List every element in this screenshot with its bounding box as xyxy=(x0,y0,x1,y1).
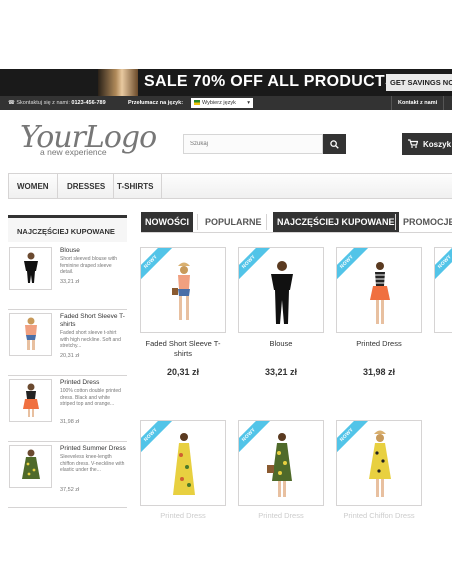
sidebar-product-name[interactable]: Printed Dress xyxy=(60,379,128,387)
product-name[interactable]: Printed Chiffon Dress xyxy=(336,511,422,520)
phone-info: ☎ Skontaktuj się z nami: 0123-456-789 xyxy=(8,100,106,106)
product-thumbnail[interactable] xyxy=(9,247,52,290)
product-price: 33,21 zł xyxy=(264,367,298,377)
new-badge: NOWY xyxy=(435,248,452,284)
tab-underline xyxy=(141,232,452,233)
product-name[interactable]: Printed Dress xyxy=(140,511,226,520)
menu-item-women[interactable]: WOMEN xyxy=(9,174,58,198)
phone-number: 0123-456-789 xyxy=(71,100,106,106)
tab-specials[interactable]: PROMOCJE xyxy=(399,212,452,232)
banner-model-image xyxy=(98,69,138,96)
menu-item-dresses[interactable]: DRESSES xyxy=(59,174,115,198)
search-input[interactable] xyxy=(183,134,323,154)
product-price: 20,31 zł xyxy=(166,367,200,377)
product-name[interactable]: Printed Dress xyxy=(238,511,324,520)
top-nav-bar: ☎ Skontaktuj się z nami: 0123-456-789 Pr… xyxy=(0,96,452,110)
product-name[interactable]: Blouse xyxy=(238,339,324,349)
language-select-value: Wybierz język xyxy=(202,100,236,106)
main-menu: WOMEN DRESSES T-SHIRTS xyxy=(8,173,452,199)
search-icon xyxy=(330,139,339,149)
cart-button[interactable]: Koszyk xyxy=(402,133,452,155)
sidebar-product-price: 20,31 zł xyxy=(60,353,80,359)
product-name[interactable]: Printed Dress xyxy=(336,339,422,349)
product-thumbnail[interactable] xyxy=(9,445,52,488)
best-sellers-sidebar: NAJCZĘŚCIEJ KUPOWANE Blouse Short sleeve… xyxy=(8,215,127,508)
get-savings-button[interactable]: GET SAVINGS NOW xyxy=(386,74,452,91)
flag-icon xyxy=(194,100,200,105)
promo-banner[interactable]: SALE 70% OFF ALL PRODUCTS GET SAVINGS NO… xyxy=(0,69,452,96)
contact-link[interactable]: Kontakt z nami xyxy=(391,96,445,110)
menu-item-tshirts[interactable]: T-SHIRTS xyxy=(109,174,163,198)
sidebar-product-name[interactable]: Printed Summer Dress xyxy=(60,445,128,453)
product-image[interactable]: NOWY xyxy=(140,247,226,333)
sidebar-product[interactable]: Printed Summer Dress Sleeveless knee-len… xyxy=(8,442,127,508)
cart-label: Koszyk xyxy=(423,140,452,149)
product-image[interactable]: NOWY xyxy=(238,420,324,506)
tab-divider xyxy=(266,214,267,230)
sidebar-product[interactable]: Printed Dress 100% cotton double printed… xyxy=(8,376,127,442)
sidebar-product-price: 37,52 zł xyxy=(60,487,80,493)
cart-icon xyxy=(408,139,419,148)
product-thumbnail[interactable] xyxy=(9,313,52,356)
logo-tagline: a new experience xyxy=(40,147,107,157)
sidebar-product-name[interactable]: Faded Short Sleeve T-shirts xyxy=(60,313,128,329)
sidebar-product-name[interactable]: Blouse xyxy=(60,247,128,255)
language-label: Przełumacz na język: xyxy=(128,100,184,106)
language-select[interactable]: Wybierz język ▾ xyxy=(191,98,253,108)
sidebar-product-price: 33,21 zł xyxy=(60,279,80,285)
sidebar-product-desc: Sleeveless knee-length chiffon dress. V-… xyxy=(60,454,125,473)
product-thumbnail[interactable] xyxy=(9,379,52,422)
product-image[interactable]: NOWY xyxy=(238,247,324,333)
phone-prefix: Skontaktuj się z nami: xyxy=(16,100,70,106)
product-name[interactable]: Faded Short Sleeve T-shirts xyxy=(140,339,226,359)
sidebar-title: NAJCZĘŚCIEJ KUPOWANE xyxy=(8,215,127,242)
tab-popular[interactable]: POPULARNE xyxy=(201,212,266,232)
chevron-down-icon: ▾ xyxy=(247,100,250,106)
banner-sale-text: SALE 70% OFF ALL PRODUCTS xyxy=(144,73,396,90)
sidebar-product-desc: Short sleeved blouse with feminine drape… xyxy=(60,256,117,275)
tab-divider xyxy=(197,214,198,230)
product-price: 31,98 zł xyxy=(362,367,396,377)
product-image[interactable]: NOWY xyxy=(140,420,226,506)
site-logo[interactable]: YourLogo a new experience xyxy=(20,120,157,160)
sidebar-product[interactable]: Faded Short Sleeve T-shirts Faded short … xyxy=(8,310,127,376)
product-image[interactable]: NOWY xyxy=(336,420,422,506)
sidebar-product[interactable]: Blouse Short sleeved blouse with feminin… xyxy=(8,244,127,310)
sidebar-product-desc: Faded short sleeve t-shirt with high nec… xyxy=(60,330,121,349)
tab-divider xyxy=(395,214,396,230)
tab-new[interactable]: NOWOŚCI xyxy=(141,212,193,232)
product-image[interactable]: NOWY xyxy=(336,247,422,333)
sidebar-product-price: 31,98 zł xyxy=(60,419,80,425)
product-image[interactable]: NOWY xyxy=(434,247,452,333)
tab-best-sellers[interactable]: NAJCZĘŚCIEJ KUPOWANE xyxy=(273,212,399,232)
sidebar-product-desc: 100% cotton double printed dress. Black … xyxy=(60,388,121,407)
phone-icon: ☎ xyxy=(8,100,15,106)
search-button[interactable] xyxy=(323,134,346,154)
